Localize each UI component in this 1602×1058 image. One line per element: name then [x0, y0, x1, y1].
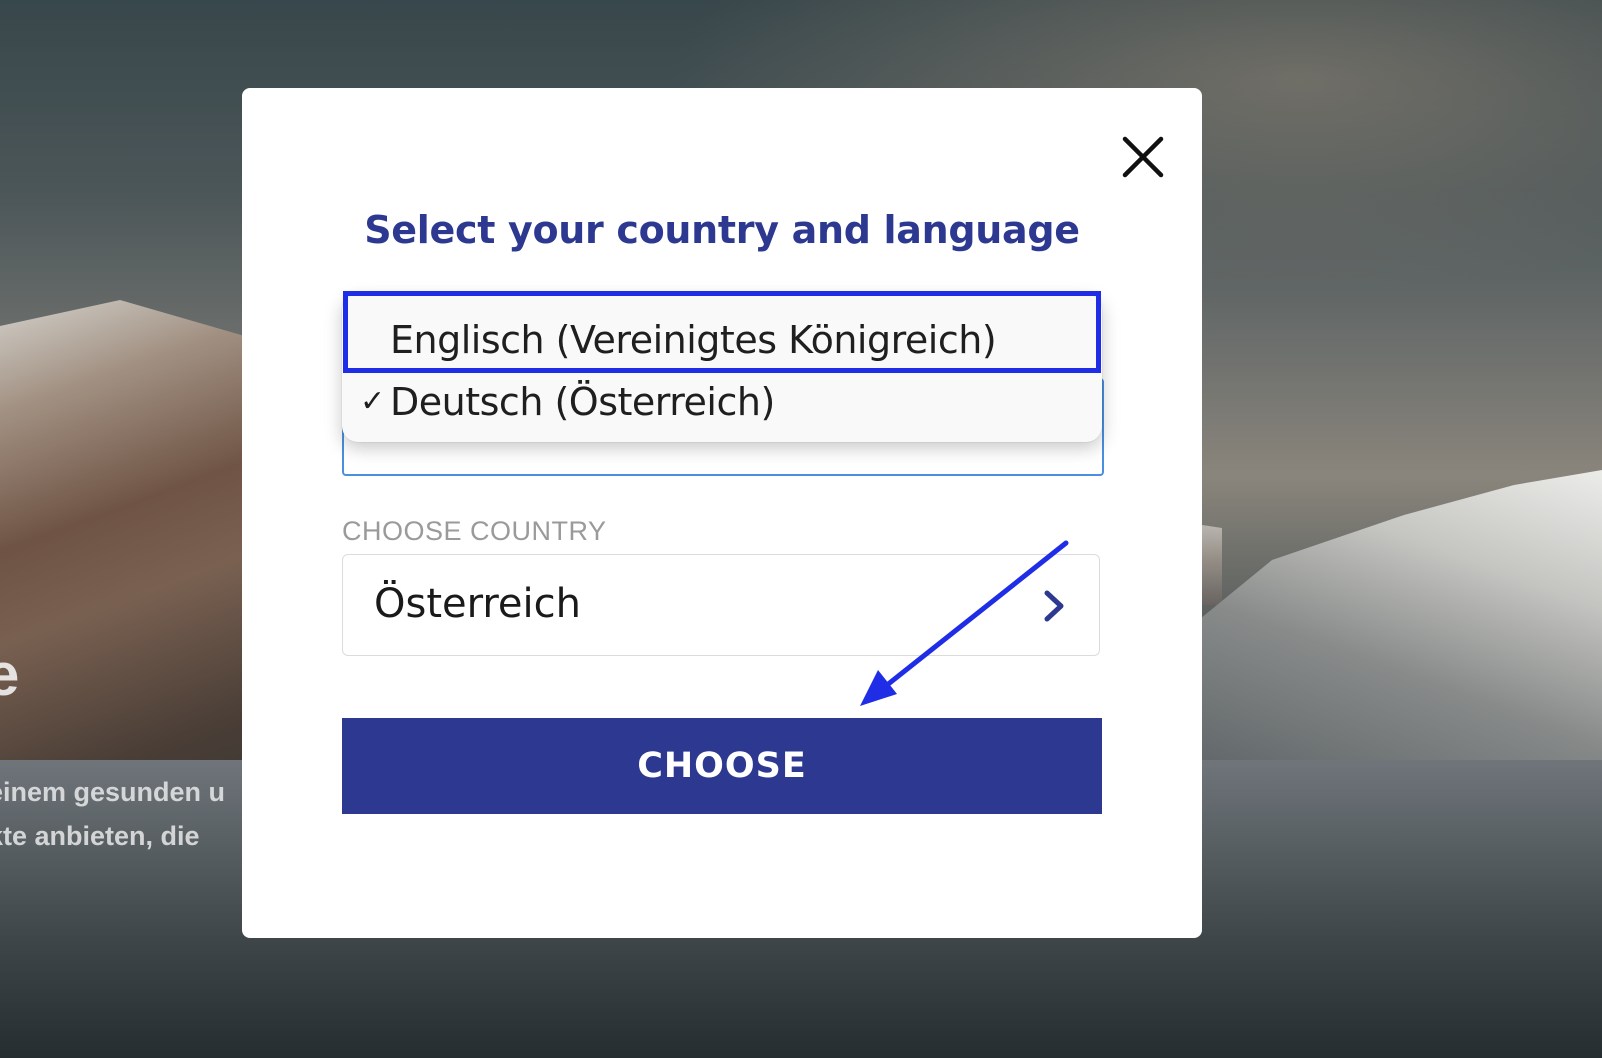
- background-text-line-2: kte anbieten, die: [0, 821, 200, 851]
- language-option-label: Deutsch (Österreich): [390, 380, 775, 424]
- language-option-german-austria[interactable]: ✓ Deutsch (Österreich): [342, 368, 1102, 430]
- language-dropdown-menu: Englisch (Vereinigtes Königreich) ✓ Deut…: [342, 294, 1102, 442]
- background-text-line-1: einem gesunden u: [0, 777, 226, 807]
- checkmark-icon: ✓: [360, 384, 386, 419]
- country-select[interactable]: Österreich: [342, 554, 1100, 656]
- country-label: CHOOSE COUNTRY: [342, 516, 607, 546]
- country-value: Österreich: [374, 581, 581, 627]
- language-option-english-uk[interactable]: Englisch (Vereinigtes Königreich): [342, 306, 1102, 368]
- modal-title: Select your country and language: [364, 208, 1080, 252]
- language-option-label: Englisch (Vereinigtes Königreich): [390, 318, 997, 362]
- chevron-right-icon: [1042, 589, 1066, 623]
- close-icon[interactable]: [1115, 129, 1171, 185]
- choose-button[interactable]: CHOOSE: [342, 718, 1102, 814]
- country-language-modal: Select your country and language Englisc…: [242, 88, 1202, 938]
- background-heading-fragment: e: [0, 641, 20, 708]
